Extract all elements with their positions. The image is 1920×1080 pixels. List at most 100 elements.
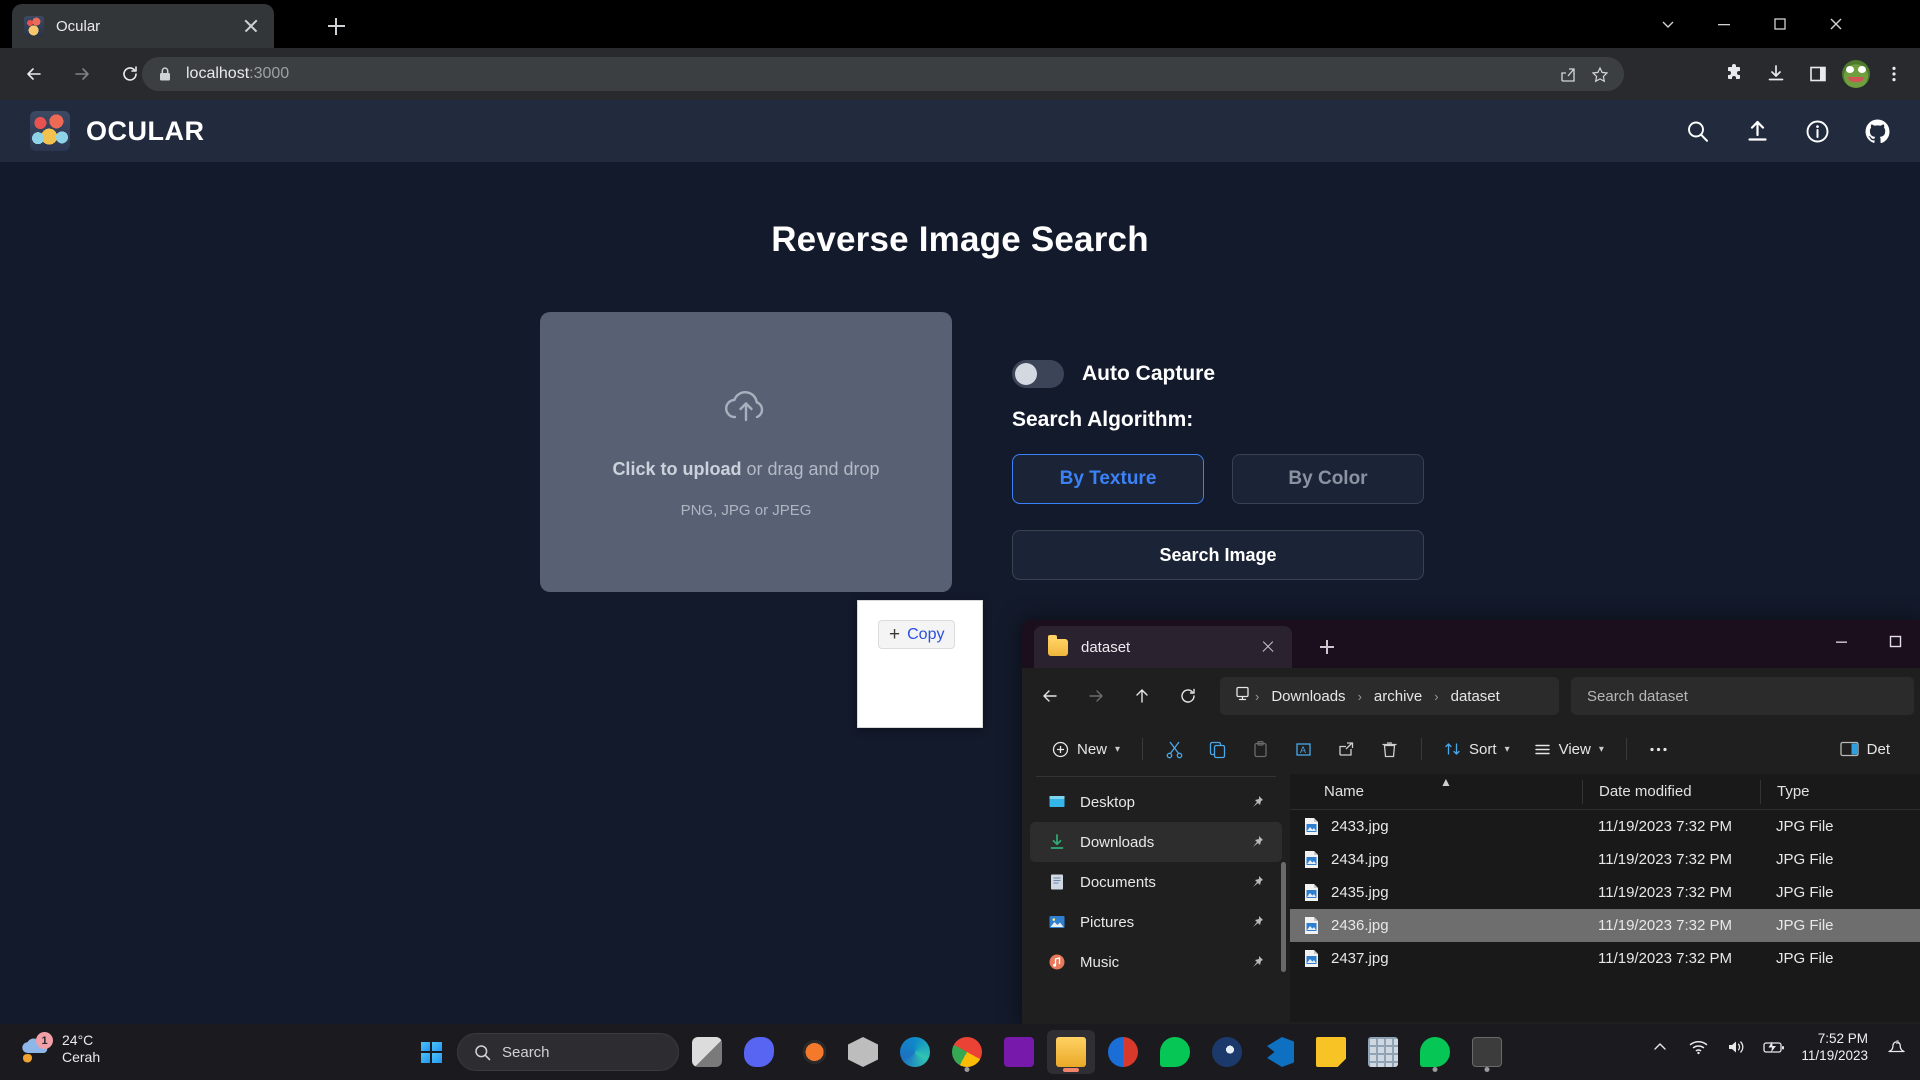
rename-icon[interactable]: A [1282, 731, 1325, 767]
auto-capture-toggle[interactable] [1012, 360, 1064, 388]
profile-avatar[interactable] [1842, 60, 1870, 88]
taskbar-app-opera-gx[interactable] [1099, 1030, 1147, 1074]
dropzone-bold-text: Click to upload [612, 458, 742, 479]
table-row[interactable]: 2433.jpg 11/19/2023 7:32 PM JPG File [1290, 810, 1920, 843]
maximize-icon[interactable] [1752, 0, 1808, 48]
table-row[interactable]: 2434.jpg 11/19/2023 7:32 PM JPG File [1290, 843, 1920, 876]
sidebar-scrollbar[interactable] [1281, 862, 1286, 972]
upload-dropzone[interactable]: Click to upload or drag and drop PNG, JP… [540, 312, 952, 592]
notifications-icon[interactable]: z [1884, 1036, 1906, 1058]
explorer-new-tab-button[interactable] [1314, 634, 1340, 660]
weather-widget[interactable]: 1 24°C Cerah [18, 1032, 100, 1066]
new-button[interactable]: New ▾ [1040, 731, 1132, 767]
up-icon[interactable] [1120, 677, 1164, 715]
pin-icon[interactable] [1250, 795, 1264, 809]
sidebar-item-documents[interactable]: Documents [1030, 862, 1282, 902]
taskbar-app-sticky-notes[interactable] [1307, 1030, 1355, 1074]
close-icon[interactable] [240, 15, 262, 37]
sidebar-item-desktop[interactable]: Desktop [1030, 782, 1282, 822]
column-header-type[interactable]: Type [1760, 779, 1880, 804]
sidebar-item-music[interactable]: Music [1030, 942, 1282, 982]
new-tab-button[interactable] [320, 10, 352, 42]
delete-icon[interactable] [1368, 731, 1411, 767]
taskbar-app-vscode[interactable] [1255, 1030, 1303, 1074]
upload-icon[interactable] [1744, 118, 1770, 144]
breadcrumb-item-downloads[interactable]: Downloads [1263, 688, 1353, 705]
breadcrumb-item-archive[interactable]: archive [1366, 688, 1430, 705]
details-pane-button[interactable]: Det [1828, 731, 1902, 767]
taskbar-app-terminal[interactable] [1463, 1030, 1511, 1074]
forward-icon[interactable] [1074, 677, 1118, 715]
search-icon[interactable] [1684, 118, 1710, 144]
column-header-name[interactable]: ▲ Name [1290, 775, 1582, 800]
cut-icon[interactable] [1153, 731, 1196, 767]
taskbar-search-input[interactable]: Search [457, 1033, 679, 1071]
back-icon[interactable] [14, 54, 54, 94]
sort-button[interactable]: Sort ▾ [1432, 731, 1522, 767]
close-icon[interactable] [1258, 637, 1278, 657]
github-icon[interactable] [1864, 118, 1890, 144]
this-pc-icon[interactable] [1234, 685, 1251, 707]
forward-icon[interactable] [62, 54, 102, 94]
refresh-icon[interactable] [1166, 677, 1210, 715]
window-close-icon[interactable] [1808, 0, 1864, 48]
side-panel-icon[interactable] [1800, 56, 1836, 92]
back-icon[interactable] [1028, 677, 1072, 715]
copy-icon[interactable] [1196, 731, 1239, 767]
table-row[interactable]: 2437.jpg 11/19/2023 7:32 PM JPG File [1290, 942, 1920, 975]
wifi-icon[interactable] [1687, 1036, 1709, 1058]
share-icon[interactable] [1325, 731, 1368, 767]
taskbar-app-steam[interactable] [1203, 1030, 1251, 1074]
downloads-icon[interactable] [1758, 56, 1794, 92]
taskbar-app-line-alt[interactable] [1411, 1030, 1459, 1074]
breadcrumb[interactable]: › Downloads › archive › dataset [1220, 677, 1559, 715]
browser-tab[interactable]: Ocular [12, 4, 274, 48]
taskbar-app-line[interactable] [1151, 1030, 1199, 1074]
explorer-search-input[interactable]: Search dataset [1571, 677, 1914, 715]
taskbar-app-edge[interactable] [891, 1030, 939, 1074]
column-header-date-modified[interactable]: Date modified [1582, 779, 1760, 804]
search-image-button[interactable]: Search Image [1012, 530, 1424, 580]
paste-icon[interactable] [1239, 731, 1282, 767]
pin-icon[interactable] [1250, 835, 1264, 849]
view-label: View [1558, 740, 1591, 758]
algo-by-color-button[interactable]: By Color [1232, 454, 1424, 504]
taskbar-app-calculator[interactable] [1359, 1030, 1407, 1074]
pin-icon[interactable] [1250, 915, 1264, 929]
maximize-icon[interactable] [1872, 620, 1918, 662]
taskbar-clock[interactable]: 7:52 PM 11/19/2023 [1801, 1030, 1868, 1064]
volume-icon[interactable] [1725, 1036, 1747, 1058]
chevron-up-icon[interactable] [1649, 1036, 1671, 1058]
taskbar-app-blender[interactable] [787, 1030, 835, 1074]
taskbar-app-onenote[interactable] [995, 1030, 1043, 1074]
minimize-icon[interactable] [1818, 620, 1864, 662]
sidebar-item-pictures[interactable]: Pictures [1030, 902, 1282, 942]
taskbar-app-task-view[interactable] [683, 1030, 731, 1074]
chrome-menu-icon[interactable] [1876, 56, 1912, 92]
taskbar-app-discord[interactable] [735, 1030, 783, 1074]
algo-by-texture-button[interactable]: By Texture [1012, 454, 1204, 504]
table-row[interactable]: 2436.jpg 11/19/2023 7:32 PM JPG File [1290, 909, 1920, 942]
taskbar-app-unity[interactable] [839, 1030, 887, 1074]
share-icon[interactable] [1554, 61, 1582, 89]
address-bar[interactable]: localhost:3000 [142, 57, 1624, 91]
start-button[interactable] [409, 1030, 453, 1074]
taskbar-app-file-explorer[interactable] [1047, 1030, 1095, 1074]
view-button[interactable]: View ▾ [1522, 731, 1616, 767]
info-icon[interactable] [1804, 118, 1830, 144]
explorer-body: Desktop Downloads Documents Pictures Mus… [1022, 774, 1920, 1022]
minimize-icon[interactable] [1696, 0, 1752, 48]
battery-icon[interactable] [1763, 1036, 1785, 1058]
explorer-tab[interactable]: dataset [1034, 626, 1292, 668]
more-icon[interactable] [1637, 731, 1680, 767]
dropzone-rest-text: or drag and drop [741, 458, 880, 479]
pin-icon[interactable] [1250, 875, 1264, 889]
extensions-puzzle-icon[interactable] [1716, 56, 1752, 92]
pin-icon[interactable] [1250, 955, 1264, 969]
chevron-down-icon[interactable] [1640, 0, 1696, 48]
table-row[interactable]: 2435.jpg 11/19/2023 7:32 PM JPG File [1290, 876, 1920, 909]
breadcrumb-item-dataset[interactable]: dataset [1443, 688, 1508, 705]
taskbar-app-chrome[interactable] [943, 1030, 991, 1074]
bookmark-star-icon[interactable] [1586, 61, 1614, 89]
sidebar-item-downloads[interactable]: Downloads [1030, 822, 1282, 862]
